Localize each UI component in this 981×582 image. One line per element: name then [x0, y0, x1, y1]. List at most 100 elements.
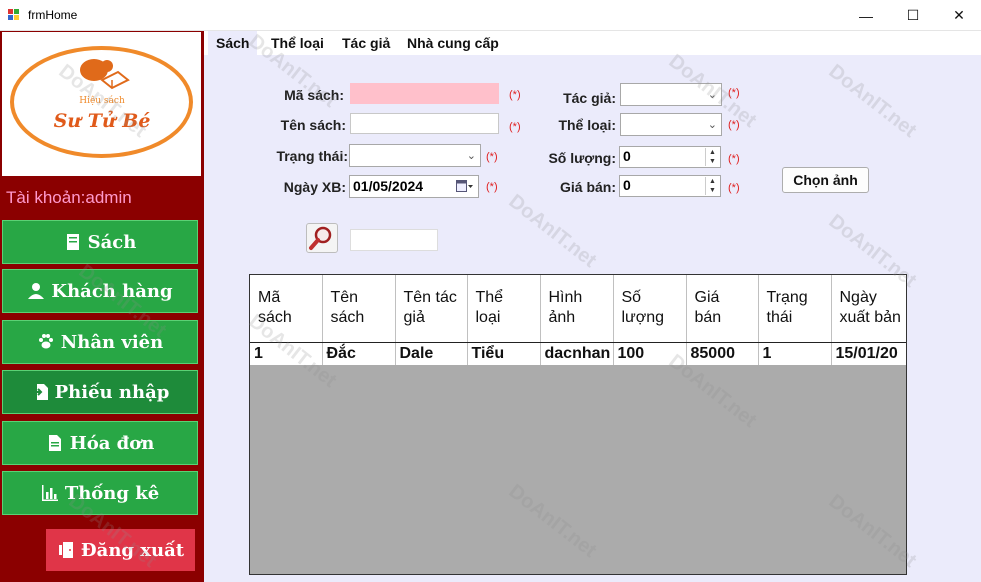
close-button[interactable]: ✕ — [936, 0, 981, 31]
ten-sach-required: (*) — [509, 121, 521, 133]
chevron-down-icon: ⌄ — [707, 119, 717, 131]
tab-nha-cung-cap[interactable]: Nhà cung cấp — [407, 35, 499, 51]
gia-ban-label: Giá bán: — [559, 179, 616, 195]
tab-tac-gia[interactable]: Tác giả — [342, 35, 390, 51]
ten-sach-label: Tên sách: — [280, 117, 346, 133]
grid-cell[interactable]: 85000 — [686, 342, 759, 365]
logout-label: Đăng xuất — [80, 539, 185, 561]
chevron-down-icon: ⌄ — [466, 150, 476, 162]
nav-button-hoa-don[interactable]: Hóa đơn — [2, 421, 198, 465]
nav-button-phieu-nhap[interactable]: Phiếu nhập — [2, 370, 198, 414]
grid-cell[interactable]: Tiểu — [467, 342, 541, 365]
grid-header-cell[interactable]: Trạng thái — [758, 275, 832, 343]
nav-button-thong-ke[interactable]: Thống kê — [2, 471, 198, 515]
calendar-dropdown-icon — [456, 180, 473, 192]
ngay-xb-value: 01/05/2024 — [353, 178, 424, 194]
books-grid[interactable]: Mã sách Tên sách Tên tác giả Thể loại Hì… — [249, 274, 907, 575]
so-luong-value: 0 — [623, 148, 631, 164]
nav-label-thong-ke: Thống kê — [64, 482, 160, 504]
grid-cell[interactable]: Dale — [395, 342, 468, 365]
so-luong-label: Số lượng: — [548, 150, 616, 166]
grid-header-cell[interactable]: Tên tác giả — [395, 275, 468, 343]
nav-button-khach-hang[interactable]: Khách hàng — [2, 269, 198, 313]
logo: Hiệu sách Sư Tử Bé — [2, 32, 201, 176]
lion-book-icon — [80, 59, 130, 90]
logout-button[interactable]: Đăng xuất — [46, 529, 195, 571]
logo-small-text: Hiệu sách — [79, 96, 125, 106]
trang-thai-label: Trạng thái: — [276, 148, 348, 164]
trang-thai-select[interactable]: ⌄ — [349, 144, 481, 167]
minimize-icon: — — [859, 7, 873, 24]
paw-icon — [38, 334, 53, 349]
so-luong-required: (*) — [728, 153, 740, 165]
ngay-xb-required: (*) — [486, 181, 498, 193]
door-exit-icon — [58, 542, 73, 558]
trang-thai-required: (*) — [486, 151, 498, 163]
the-loai-label: Thể loại: — [558, 117, 616, 133]
tac-gia-select[interactable]: ⌄ — [620, 83, 722, 106]
maximize-icon: ☐ — [906, 7, 920, 23]
book-icon — [66, 234, 79, 250]
ten-sach-input[interactable] — [350, 113, 499, 134]
logo-big-text: Sư Tử Bé — [53, 110, 151, 132]
chart-icon — [41, 485, 58, 501]
chevron-down-icon: ⌄ — [707, 89, 717, 101]
window-title: frmHome — [28, 8, 78, 22]
ngay-xb-label: Ngày XB: — [283, 179, 346, 195]
file-import-icon — [31, 384, 48, 400]
tab-strip: Sách Thể loại Tác giả Nhà cung cấp — [204, 31, 981, 55]
search-button[interactable] — [306, 223, 338, 253]
ngay-xb-datepicker[interactable]: 01/05/2024 — [349, 175, 479, 198]
search-icon — [309, 226, 332, 250]
tab-page-sach: Mã sách: (*) Tên sách: (*) Trạng thái: ⌄… — [204, 55, 981, 582]
grid-cell[interactable]: 1 — [250, 342, 323, 365]
app-icon — [8, 9, 21, 22]
grid-header-cell[interactable]: Số lượng — [613, 275, 687, 343]
grid-header-cell[interactable]: Mã sách — [250, 275, 323, 343]
user-icon — [28, 283, 45, 299]
spinner-arrows-icon[interactable]: ▲ ▼ — [705, 177, 719, 195]
nav-button-sach[interactable]: Sách — [2, 220, 198, 264]
grid-header-cell[interactable]: Ngày xuất bản — [831, 275, 906, 343]
gia-ban-value: 0 — [623, 177, 631, 193]
tac-gia-required: (*) — [728, 87, 740, 99]
title-bar: frmHome — ☐ ✕ — [0, 0, 981, 31]
table-row[interactable]: 1 Đắc Dale Tiểu dacnhan 100 85000 1 15/0… — [250, 342, 906, 365]
the-loai-select[interactable]: ⌄ — [620, 113, 722, 136]
grid-cell[interactable]: 100 — [613, 342, 687, 365]
grid-cell[interactable]: 1 — [758, 342, 832, 365]
grid-cell[interactable]: Đắc — [322, 342, 396, 365]
the-loai-required: (*) — [728, 119, 740, 131]
nav-label-hoa-don: Hóa đơn — [69, 432, 155, 454]
grid-cell[interactable]: 15/01/20 — [831, 342, 906, 365]
tab-sach[interactable]: Sách — [208, 31, 258, 55]
ma-sach-input[interactable] — [350, 83, 499, 104]
grid-header-cell[interactable]: Tên sách — [322, 275, 396, 343]
main-area: Sách Thể loại Tác giả Nhà cung cấp Mã sá… — [204, 31, 981, 582]
nav-label-phieu-nhap: Phiếu nhập — [54, 381, 170, 403]
sidebar: Hiệu sách Sư Tử Bé Tài khoản:admin Sách … — [0, 31, 204, 582]
gia-ban-spinner[interactable]: 0 ▲ ▼ — [619, 175, 721, 197]
tab-the-loai[interactable]: Thể loại — [271, 35, 324, 51]
minimize-button[interactable]: — — [843, 0, 889, 31]
nav-label-nhan-vien: Nhân viên — [60, 331, 164, 353]
account-label: Tài khoản:admin — [6, 188, 132, 207]
so-luong-spinner[interactable]: 0 ▲ ▼ — [619, 146, 721, 168]
grid-header-cell[interactable]: Thể loại — [467, 275, 541, 343]
search-input[interactable] — [350, 229, 438, 251]
chon-anh-button[interactable]: Chọn ảnh — [782, 167, 869, 193]
grid-cell[interactable]: dacnhan — [540, 342, 614, 365]
ma-sach-required: (*) — [509, 89, 521, 101]
tac-gia-label: Tác giả: — [563, 90, 616, 106]
nav-button-nhan-vien[interactable]: Nhân viên — [2, 320, 198, 364]
close-icon: ✕ — [953, 7, 965, 23]
spinner-arrows-icon[interactable]: ▲ ▼ — [705, 148, 719, 166]
invoice-icon — [48, 435, 61, 451]
nav-label-khach-hang: Khách hàng — [51, 280, 173, 302]
ma-sach-label: Mã sách: — [284, 87, 344, 103]
grid-header-cell[interactable]: Hình ảnh — [540, 275, 614, 343]
grid-header-row: Mã sách Tên sách Tên tác giả Thể loại Hì… — [250, 275, 906, 343]
grid-header-cell[interactable]: Giá bán — [686, 275, 759, 343]
gia-ban-required: (*) — [728, 182, 740, 194]
maximize-button[interactable]: ☐ — [890, 0, 936, 31]
